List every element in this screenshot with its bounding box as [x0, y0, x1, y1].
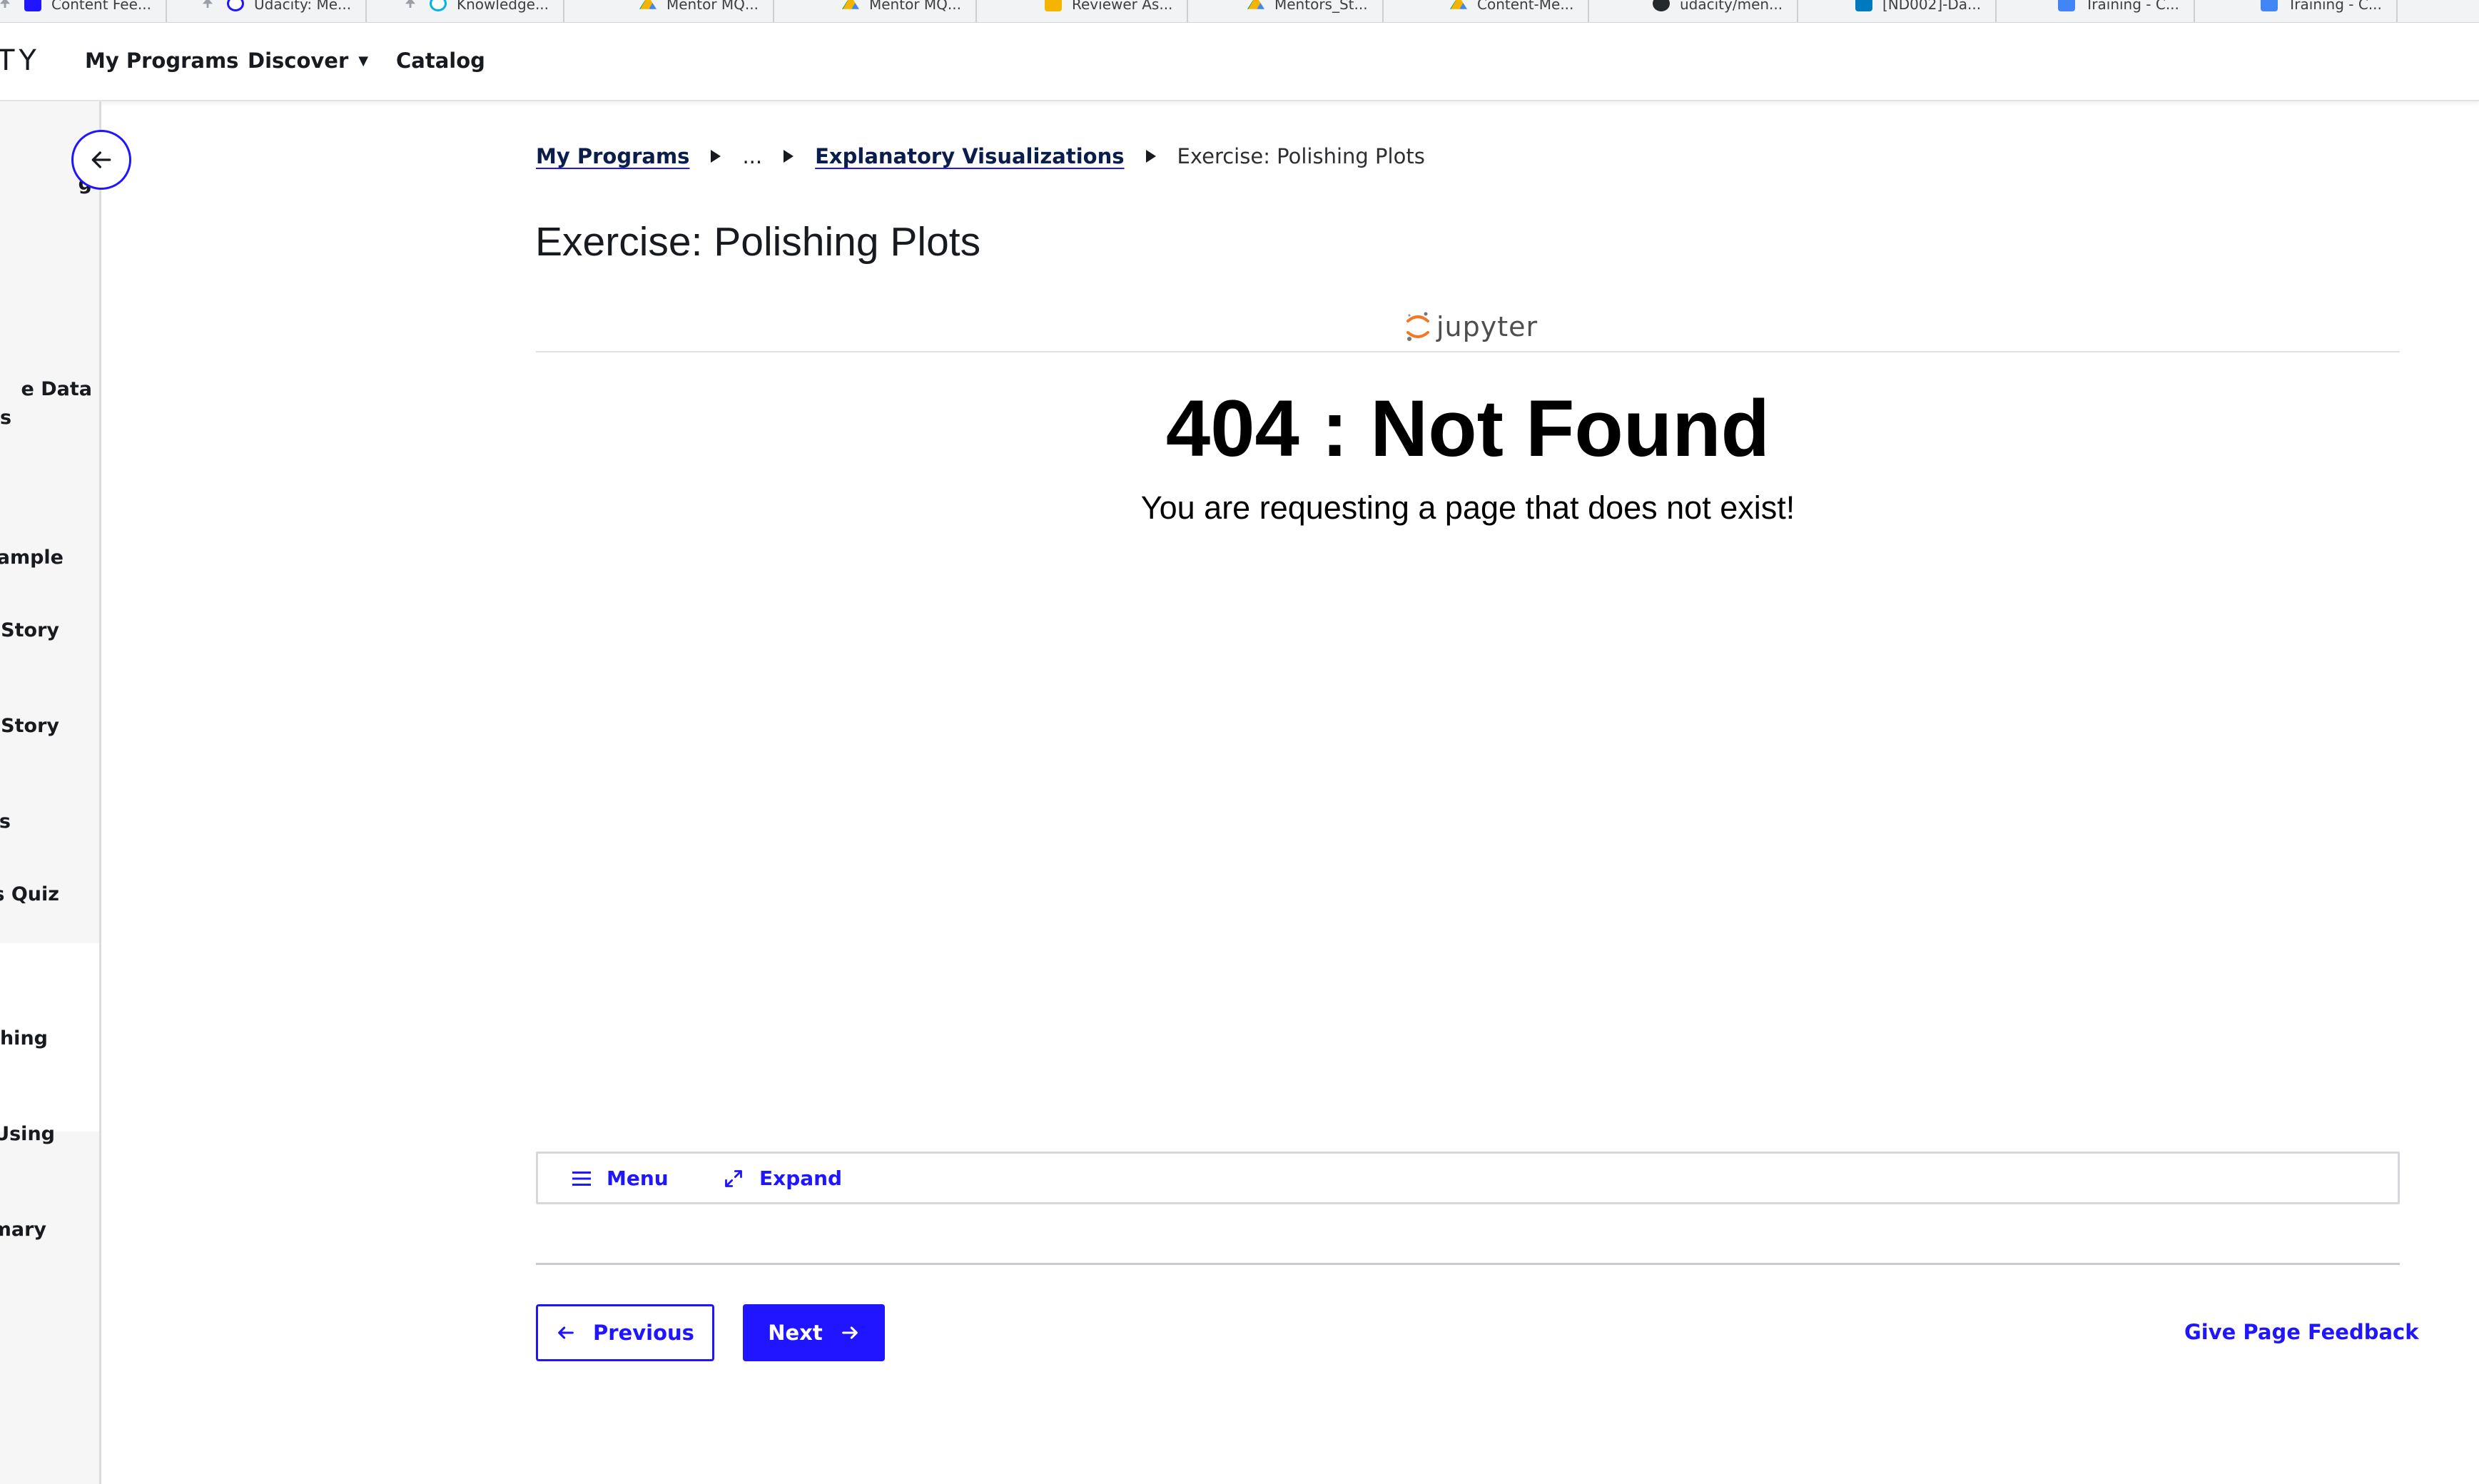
- trello-icon: [1855, 0, 1872, 11]
- error-title: 404 : Not Found: [1165, 384, 1770, 473]
- nav-discover-label: Discover: [248, 49, 349, 73]
- sidebar-item[interactable]: a Story: [0, 712, 59, 741]
- github-icon: [1653, 0, 1670, 11]
- pin-icon: [0, 0, 10, 8]
- breadcrumb-my-programs[interactable]: My Programs: [536, 144, 689, 168]
- bookmark-label: [ND002]-Da...: [1882, 0, 1982, 13]
- bookmark-label: Mentors_St...: [1274, 0, 1368, 13]
- udacity-logo[interactable]: TY: [0, 44, 41, 77]
- collapse-sidebar-button[interactable]: [71, 130, 131, 190]
- expand-button[interactable]: Expand: [724, 1167, 842, 1190]
- bookmark-item[interactable]: Reviewer As...: [1045, 0, 1189, 22]
- bookmark-label: Knowledge...: [457, 0, 549, 13]
- google-drive-icon: [1247, 0, 1264, 9]
- menu-button[interactable]: Menu: [572, 1167, 669, 1190]
- jupyter-header: jupyter: [536, 300, 2400, 352]
- bookmark-label: Mentor MQ...: [666, 0, 759, 13]
- breadcrumb-current: Exercise: Polishing Plots: [1177, 144, 1425, 168]
- bookmark-label: Mentor MQ...: [869, 0, 961, 13]
- error-message: You are requesting a page that does not …: [1140, 489, 1795, 526]
- caret-right-icon: [711, 150, 721, 163]
- bookmark-item[interactable]: Mentor MQ...: [842, 0, 977, 22]
- bookmark-label: Reviewer As...: [1072, 0, 1173, 13]
- give-page-feedback-link[interactable]: Give Page Feedback: [2184, 1320, 2419, 1344]
- pin-icon: [405, 0, 415, 8]
- sidebar-item[interactable]: ts Quiz: [0, 880, 59, 909]
- hamburger-icon: [572, 1171, 591, 1186]
- sidebar-item[interactable]: ts: [0, 808, 11, 836]
- bookmark-item[interactable]: Content Fee...: [0, 0, 167, 22]
- breadcrumb-explanatory-visualizations[interactable]: Explanatory Visualizations: [815, 144, 1124, 168]
- bookmark-item[interactable]: Mentors_St...: [1247, 0, 1384, 22]
- google-slides-icon: [1045, 0, 1062, 11]
- lesson-sidebar: g e Data s xample a Story a Story ts ts …: [0, 101, 101, 1484]
- udacity-icon: [227, 0, 244, 11]
- nav-my-programs[interactable]: My Programs: [85, 49, 238, 73]
- bookmark-label: Training - C...: [2288, 0, 2382, 13]
- expand-button-label: Expand: [759, 1167, 843, 1190]
- jupyter-wordmark: jupyter: [1436, 311, 1538, 342]
- previous-button-label: Previous: [593, 1321, 694, 1345]
- content-feedback-icon: [24, 0, 41, 11]
- bookmark-label: Content Fee...: [51, 0, 151, 13]
- divider: [536, 1263, 2400, 1265]
- bookmark-item[interactable]: udacity/men...: [1653, 0, 1799, 22]
- sidebar-item[interactable]: xample: [0, 544, 64, 572]
- bookmark-label: udacity/men...: [1680, 0, 1783, 13]
- breadcrumb-ellipsis[interactable]: ...: [742, 144, 762, 168]
- bookmark-item[interactable]: Training - C...: [2261, 0, 2398, 22]
- sidebar-item[interactable]: mary: [0, 1216, 46, 1244]
- google-drive-icon: [1450, 0, 1467, 9]
- arrow-right-icon: [841, 1326, 858, 1339]
- sidebar-item-active[interactable]: shing: [0, 1025, 48, 1053]
- google-drive-icon: [639, 0, 656, 9]
- pin-icon: [203, 0, 213, 8]
- bookmark-item[interactable]: Training - C...: [2058, 0, 2195, 22]
- jupyter-logo: jupyter: [1404, 310, 1538, 344]
- bookmark-item[interactable]: Content-Me...: [1450, 0, 1590, 22]
- sidebar-item[interactable]: a Story: [0, 616, 59, 645]
- previous-button[interactable]: Previous: [536, 1304, 714, 1361]
- bookmark-item[interactable]: Knowledge...: [405, 0, 565, 22]
- bookmark-item[interactable]: Udacity: Me...: [203, 0, 367, 22]
- bookmark-label: Training - C...: [2085, 0, 2179, 13]
- next-button[interactable]: Next: [743, 1304, 885, 1361]
- knowledge-icon: [430, 0, 447, 11]
- sidebar-item[interactable]: s: [0, 404, 11, 432]
- bookmark-label: Content-Me...: [1477, 0, 1574, 13]
- jupyter-icon: [1406, 312, 1429, 341]
- sidebar-item[interactable]: e Data: [21, 375, 92, 404]
- bookmark-item[interactable]: [ND002]-Da...: [1855, 0, 1997, 22]
- nav-catalog[interactable]: Catalog: [396, 49, 485, 73]
- bookmarks-bar: Content Fee... Udacity: Me... Knowledge.…: [0, 0, 2479, 23]
- expand-icon: [725, 1169, 742, 1187]
- bookmark-label: Udacity: Me...: [254, 0, 352, 13]
- caret-right-icon: [784, 150, 794, 163]
- bookmark-item[interactable]: Mentor MQ...: [639, 0, 774, 22]
- arrow-left-icon: [91, 151, 111, 168]
- menu-button-label: Menu: [607, 1167, 669, 1190]
- caret-right-icon: [1145, 150, 1156, 163]
- page-title: Exercise: Polishing Plots: [535, 219, 981, 265]
- nav-discover[interactable]: Discover ▼: [248, 49, 368, 73]
- google-drive-icon: [842, 0, 859, 9]
- workspace-toolbar: Menu Expand: [536, 1152, 2400, 1204]
- caret-down-icon: ▼: [358, 54, 369, 68]
- sidebar-item[interactable]: Using: [0, 1120, 55, 1149]
- google-docs-icon: [2058, 0, 2075, 11]
- arrow-left-icon: [558, 1326, 574, 1339]
- google-docs-icon: [2261, 0, 2278, 11]
- next-button-label: Next: [768, 1321, 823, 1345]
- top-nav: TY My Programs Discover ▼ Catalog: [0, 23, 2479, 101]
- breadcrumb: My Programs ... Explanatory Visualizatio…: [536, 144, 1425, 168]
